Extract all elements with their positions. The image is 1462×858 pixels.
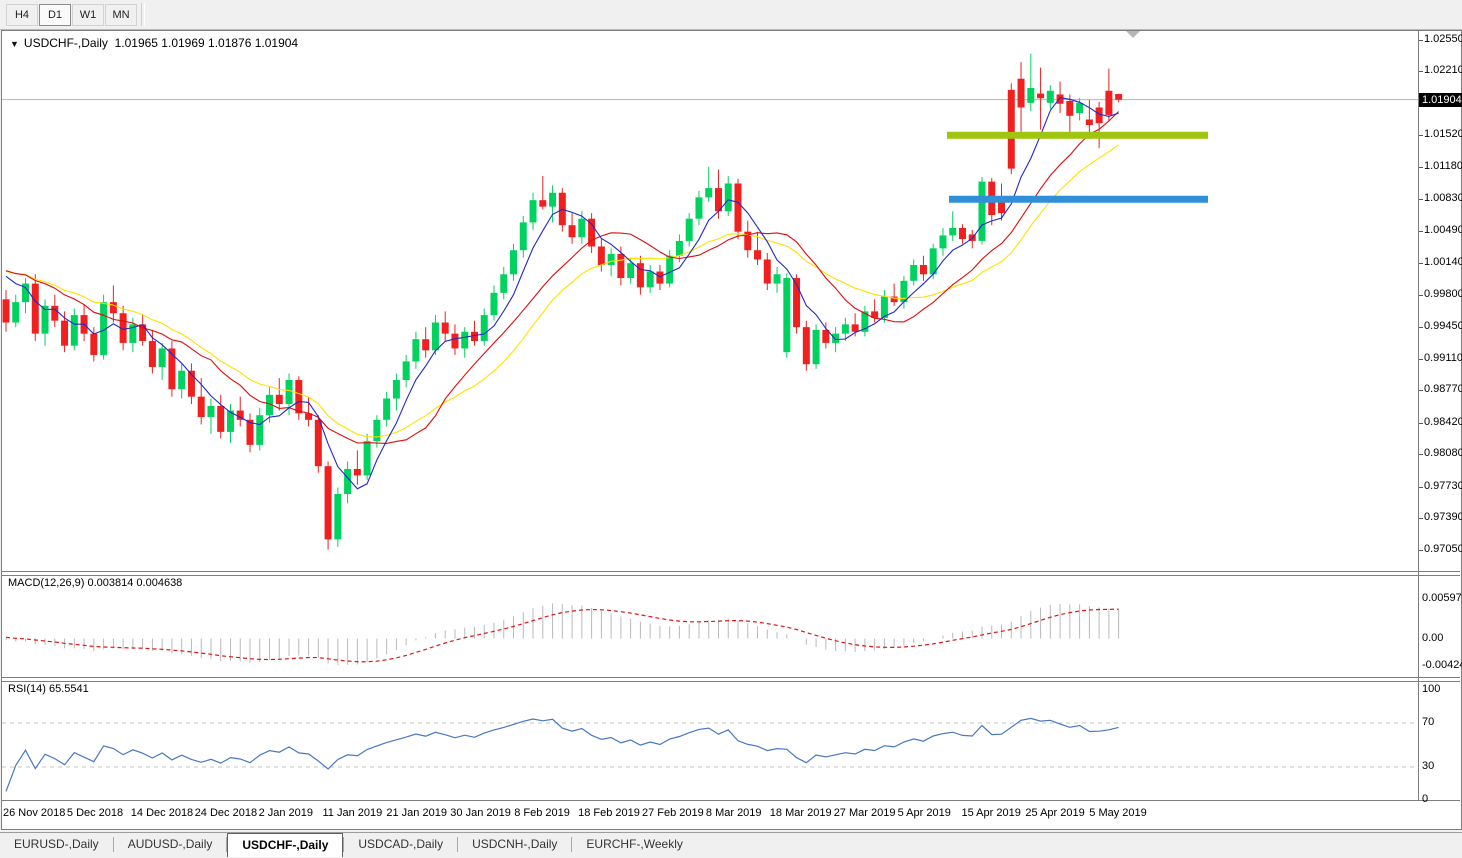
- macd-axis-label: 0.00: [1422, 631, 1444, 644]
- date-axis-label: 26 Nov 2018: [3, 807, 66, 819]
- price-chart-canvas[interactable]: [0, 0, 1462, 858]
- price-tick-label: 0.98420: [1424, 415, 1462, 428]
- price-tick-mark: [1419, 263, 1423, 265]
- price-tick-label: 0.99110: [1424, 351, 1462, 364]
- chevron-down-icon: ▼: [10, 39, 19, 49]
- rsi-axis-label: 30: [1422, 760, 1435, 772]
- price-tick-mark: [1419, 135, 1423, 137]
- current-price-badge: 1.01904: [1419, 92, 1462, 107]
- macd-name: MACD(12,26,9): [8, 577, 85, 589]
- date-axis-label: 15 Apr 2019: [961, 807, 1021, 819]
- date-axis-label: 24 Dec 2018: [194, 807, 258, 819]
- price-tick-mark: [1419, 166, 1423, 168]
- price-tick-label: 1.01180: [1424, 159, 1462, 172]
- price-axis-separator: [1418, 31, 1419, 801]
- price-tick-label: 1.02210: [1424, 64, 1462, 77]
- price-tick-label: 0.97730: [1424, 479, 1462, 492]
- macd-axis-label: 0.00597: [1422, 592, 1462, 605]
- rsi-axis-label: 70: [1422, 716, 1435, 728]
- price-tick-mark: [1419, 230, 1423, 232]
- price-tick-label: 1.00490: [1424, 223, 1462, 236]
- date-axis-label: 8 Feb 2019: [514, 807, 570, 819]
- price-tick-mark: [1419, 390, 1423, 392]
- price-tick-mark: [1419, 294, 1423, 296]
- chart-tab-bar: EURUSD-,Daily AUDUSD-,Daily USDCHF-,Daily U…: [0, 832, 1462, 858]
- date-axis-label: 8 Mar 2019: [705, 807, 762, 819]
- panel-separator-main-macd[interactable]: [2, 571, 1460, 576]
- price-tick-mark: [1419, 71, 1423, 73]
- tab-eurusd-daily[interactable]: EURUSD-,Daily: [0, 834, 113, 855]
- date-axis-label: 11 Jan 2019: [322, 807, 383, 819]
- price-tick-mark: [1419, 518, 1423, 520]
- date-axis-label: 2 Jan 2019: [258, 807, 314, 819]
- price-tick-mark: [1419, 199, 1423, 201]
- tab-usdcnh-daily[interactable]: USDCNH-,Daily: [458, 834, 571, 855]
- price-tick-label: 0.97050: [1424, 542, 1462, 555]
- rsi-axis-label: 100: [1422, 683, 1441, 695]
- price-tick-label: 1.00140: [1424, 256, 1462, 269]
- rsi-axis-label: 0: [1422, 793, 1429, 805]
- tab-eurchf-weekly[interactable]: EURCHF-,Weekly: [572, 834, 696, 855]
- date-axis-label: 18 Feb 2019: [578, 807, 640, 819]
- date-axis-label: 30 Jan 2019: [450, 807, 511, 819]
- price-tick-mark: [1419, 358, 1423, 360]
- price-tick-mark: [1419, 327, 1423, 329]
- date-axis-label: 21 Jan 2019: [386, 807, 447, 819]
- rsi-current-value: 65.5541: [48, 683, 89, 695]
- price-tick-label: 1.00830: [1424, 192, 1462, 205]
- application-window: H4 D1 W1 MN ▼ USDCHF-,Daily 1.01965 1.019…: [0, 0, 1462, 858]
- price-tick-label: 0.99450: [1424, 320, 1462, 333]
- price-tick-label: 1.02550: [1424, 32, 1462, 45]
- date-axis-label: 27 Feb 2019: [642, 807, 704, 819]
- tab-usdcad-daily[interactable]: USDCAD-,Daily: [344, 834, 457, 855]
- panel-separator-rsi-dates: [2, 800, 1460, 801]
- price-tick-label: 0.98770: [1424, 383, 1462, 396]
- price-tick-label: 0.99800: [1424, 287, 1462, 300]
- price-tick-mark: [1419, 454, 1423, 456]
- price-tick-mark: [1419, 549, 1423, 551]
- price-tick-mark: [1419, 486, 1423, 488]
- date-axis-label: 14 Dec 2018: [130, 807, 194, 819]
- date-axis-label: 5 Dec 2018: [66, 807, 124, 819]
- tab-audusd-daily[interactable]: AUDUSD-,Daily: [114, 834, 227, 855]
- chart-shift-marker-icon: [1126, 31, 1140, 38]
- date-axis-label: 5 May 2019: [1089, 807, 1147, 819]
- price-tick-label: 0.98080: [1424, 447, 1462, 460]
- chart-title: ▼ USDCHF-,Daily 1.01965 1.01969 1.01876 1…: [10, 36, 298, 50]
- price-tick-label: 0.97390: [1424, 511, 1462, 524]
- price-tick-mark: [1419, 39, 1423, 41]
- rsi-name: RSI(14): [8, 683, 46, 695]
- panel-separator-macd-rsi[interactable]: [2, 677, 1460, 682]
- date-axis-label: 27 Mar 2019: [833, 807, 896, 819]
- price-tick-label: 1.01520: [1424, 128, 1462, 141]
- date-axis-label: 18 Mar 2019: [769, 807, 832, 819]
- rsi-indicator-label: RSI(14) 65.5541: [8, 683, 89, 695]
- date-axis-label: 5 Apr 2019: [897, 807, 951, 819]
- macd-indicator-label: MACD(12,26,9) 0.003814 0.004638: [8, 577, 182, 589]
- date-axis-label: 25 Apr 2019: [1025, 807, 1085, 819]
- tab-usdchf-daily[interactable]: USDCHF-,Daily: [227, 833, 344, 857]
- chart-symbol-label: USDCHF-,Daily: [23, 36, 108, 50]
- chart-ohlc-values: 1.01965 1.01969 1.01876 1.01904: [114, 36, 299, 50]
- price-tick-mark: [1419, 422, 1423, 424]
- macd-axis-label: -0.004243: [1422, 659, 1462, 672]
- macd-current-values: 0.003814 0.004638: [87, 577, 183, 589]
